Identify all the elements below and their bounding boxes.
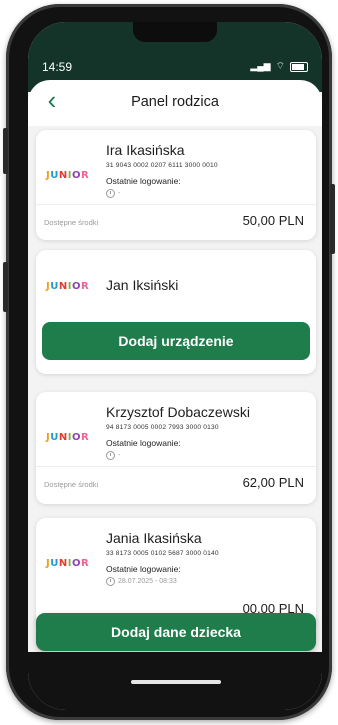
add-child-button[interactable]: Dodaj dane dziecka [36,613,316,651]
funds-value: 62,00 PLN [242,475,304,490]
volume-down-button [3,262,8,312]
power-button [330,184,335,254]
last-login-value: - [106,451,120,460]
funds-label: Dostępne środki [44,218,99,227]
last-login-text: - [118,452,121,459]
home-indicator[interactable] [131,680,221,684]
last-login-text: 28.07.2025 - 08:33 [118,578,177,585]
bottom-bar [28,652,322,710]
screen: 14:59 ▂▄▆ ⌔ ‹ Panel rodzica JUNIOR Ira I… [28,22,322,710]
clock-icon [106,577,115,586]
clock-icon [106,189,115,198]
add-device-button[interactable]: Dodaj urządzenie [42,322,310,360]
battery-icon [290,61,308,72]
clock-icon [106,451,115,460]
junior-logo: JUNIOR [46,281,90,292]
wifi-icon: ⌔ [275,61,285,72]
last-login-value: - [106,189,120,198]
last-login-text: - [118,190,121,197]
account-number: 31 9043 0002 0207 6111 3000 0010 [106,162,218,169]
status-time: 14:59 [42,60,73,74]
page-title: Panel rodzica [131,94,219,110]
last-login-value: 28.07.2025 - 08:33 [106,577,177,586]
account-number: 33 8173 0005 0102 5687 3000 0140 [106,550,219,557]
funds-label: Dostępne środki [44,480,99,489]
volume-up-button [3,128,8,174]
child-name: Krzysztof Dobaczewski [106,404,250,420]
child-name: Jan Iksiński [106,277,179,293]
child-card[interactable]: JUNIOR Jan Iksiński Dodaj urządzenie [36,250,316,374]
child-card[interactable]: JUNIOR Ira Ikasińska 31 9043 0002 0207 6… [36,130,316,240]
junior-logo: JUNIOR [46,558,90,569]
divider [36,204,316,205]
status-icons: ▂▄▆ ⌔ [250,60,308,73]
last-login-label: Ostatnie logowanie: [106,438,181,448]
last-login-label: Ostatnie logowanie: [106,176,181,186]
funds-value: 50,00 PLN [242,213,304,228]
junior-logo: JUNIOR [46,432,90,443]
account-number: 94 8173 0005 0002 7993 3000 0130 [106,424,219,431]
child-name: Jania Ikasińska [106,530,202,546]
child-name: Ira Ikasińska [106,142,185,158]
notch [133,22,217,42]
last-login-label: Ostatnie logowanie: [106,564,181,574]
phone-frame: 14:59 ▂▄▆ ⌔ ‹ Panel rodzica JUNIOR Ira I… [3,4,335,720]
header: ‹ Panel rodzica [28,80,322,126]
junior-logo: JUNIOR [46,170,90,181]
divider [36,466,316,467]
signal-icon: ▂▄▆ [250,61,271,71]
child-card[interactable]: JUNIOR Krzysztof Dobaczewski 94 8173 000… [36,392,316,504]
